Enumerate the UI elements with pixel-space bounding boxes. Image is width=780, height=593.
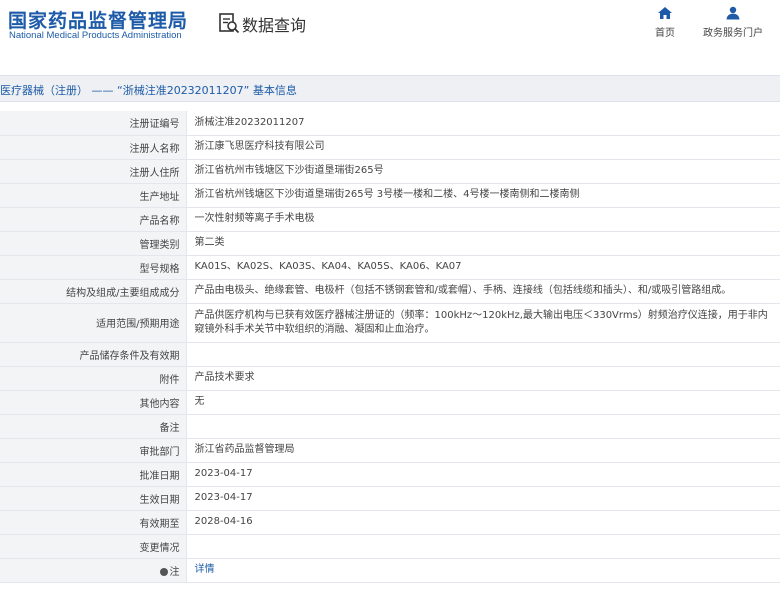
field-value: 产品供医疗机构与已获有效医疗器械注册证的（频率：100kHz～120kHz,最大…: [186, 303, 780, 343]
field-label: 结构及组成/主要组成成分: [0, 279, 187, 304]
table-row: 备注: [0, 414, 780, 439]
table-row: 批准日期 2023-04-17: [0, 462, 780, 487]
field-value: [186, 534, 780, 559]
field-label: 产品名称: [0, 207, 187, 232]
field-value: 无: [186, 390, 780, 415]
site-logo-title[interactable]: 国家药品监督管理局: [8, 6, 188, 33]
field-value: [186, 414, 780, 439]
table-row: 注册人住所 浙江省杭州市钱塘区下沙街道垦瑞街265号: [0, 159, 780, 184]
table-row: 注册人名称 浙江康飞思医疗科技有限公司: [0, 135, 780, 160]
table-row: 管理类别 第二类: [0, 231, 780, 256]
table-row: 附件 产品技术要求: [0, 366, 780, 391]
field-value: 浙江省药品监督管理局: [186, 438, 780, 463]
note-row: 注 详情: [0, 558, 780, 583]
field-label: 附件: [0, 366, 187, 391]
table-row: 型号规格 KA01S、KA02S、KA03S、KA04、KA05S、KA06、K…: [0, 255, 780, 280]
field-label: 型号规格: [0, 255, 187, 280]
field-value: 一次性射频等离子手术电极: [186, 207, 780, 232]
data-query-icon: [219, 13, 240, 34]
field-label: 审批部门: [0, 438, 187, 463]
page-section-title: 数据查询: [242, 16, 307, 35]
breadcrumb-bar: 医疗器械（注册） —— “浙械注准20232011207” 基本信息: [0, 75, 780, 102]
registration-info-table: 注册证编号 浙械注准20232011207 注册人名称 浙江康飞思医疗科技有限公…: [0, 111, 780, 583]
note-label-cell: 注: [0, 558, 187, 583]
field-value: 2028-04-16: [186, 510, 780, 535]
field-label: 产品储存条件及有效期: [0, 342, 187, 367]
table-row: 产品名称 一次性射频等离子手术电极: [0, 207, 780, 232]
breadcrumb: 医疗器械（注册） —— “浙械注准20232011207” 基本信息: [0, 84, 297, 97]
field-label: 有效期至: [0, 510, 187, 535]
field-value: 浙江省杭州市钱塘区下沙街道垦瑞街265号: [186, 159, 780, 184]
field-label: 批准日期: [0, 462, 187, 487]
table-row: 适用范围/预期用途 产品供医疗机构与已获有效医疗器械注册证的（频率：100kHz…: [0, 303, 780, 343]
table-row: 注册证编号 浙械注准20232011207: [0, 111, 780, 136]
table-row: 有效期至 2028-04-16: [0, 510, 780, 535]
field-value: 产品由电极头、绝缘套管、电极杆（包括不锈钢套管和/或套帽）、手柄、连接线（包括线…: [186, 279, 780, 304]
field-label: 其他内容: [0, 390, 187, 415]
field-value: 2023-04-17: [186, 486, 780, 511]
site-logo-subtitle: National Medical Products Administration: [9, 30, 182, 41]
field-value: 浙江省杭州钱塘区下沙街道垦瑞街265号 3号楼一楼和二楼、4号楼一楼南侧和二楼南…: [186, 183, 780, 208]
table-row: 结构及组成/主要组成成分 产品由电极头、绝缘套管、电极杆（包括不锈钢套管和/或套…: [0, 279, 780, 304]
field-value: [186, 342, 780, 367]
table-row: 产品储存条件及有效期: [0, 342, 780, 367]
home-icon: [658, 7, 672, 19]
note-value-cell: 详情: [186, 558, 780, 583]
nav-home[interactable]: 首页: [650, 6, 680, 39]
field-value: 浙械注准20232011207: [186, 111, 780, 136]
field-value: 浙江康飞思医疗科技有限公司: [186, 135, 780, 160]
field-label: 管理类别: [0, 231, 187, 256]
field-label: 注册人名称: [0, 135, 187, 160]
table-row: 生产地址 浙江省杭州钱塘区下沙街道垦瑞街265号 3号楼一楼和二楼、4号楼一楼南…: [0, 183, 780, 208]
field-value: KA01S、KA02S、KA03S、KA04、KA05S、KA06、KA07: [186, 255, 780, 280]
table-row: 变更情况: [0, 534, 780, 559]
user-icon: [726, 6, 740, 20]
table-row: 其他内容 无: [0, 390, 780, 415]
field-label: 生产地址: [0, 183, 187, 208]
field-value: 第二类: [186, 231, 780, 256]
note-icon: [159, 567, 168, 576]
detail-link[interactable]: 详情: [195, 564, 215, 575]
nav-home-label: 首页: [655, 28, 675, 39]
nav-service-label: 政务服务门户: [703, 28, 763, 39]
table-row: 审批部门 浙江省药品监督管理局: [0, 438, 780, 463]
field-label: 变更情况: [0, 534, 187, 559]
site-header: 国家药品监督管理局 National Medical Products Admi…: [0, 0, 780, 64]
note-label: 注: [169, 566, 180, 578]
field-label: 注册证编号: [0, 111, 187, 136]
field-label: 注册人住所: [0, 159, 187, 184]
field-label: 适用范围/预期用途: [0, 303, 187, 343]
field-label: 备注: [0, 414, 187, 439]
table-row: 生效日期 2023-04-17: [0, 486, 780, 511]
field-value: 产品技术要求: [186, 366, 780, 391]
field-label: 生效日期: [0, 486, 187, 511]
nav-service-portal[interactable]: 政务服务门户: [700, 6, 766, 39]
field-value: 2023-04-17: [186, 462, 780, 487]
